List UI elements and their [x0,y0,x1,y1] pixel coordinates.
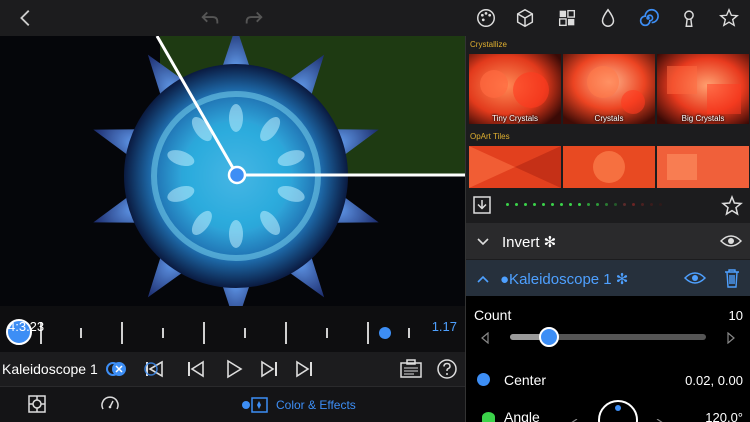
help-icon[interactable] [436,358,458,380]
center-value[interactable]: 0.02, 0.00 [685,373,743,388]
count-slider-knob[interactable] [539,327,560,347]
chevron-down-icon[interactable] [476,235,490,247]
back-icon[interactable] [14,6,38,30]
bottom-bar: Color & Effects [0,386,465,422]
star-icon[interactable] [717,6,741,30]
skip-to-start-icon[interactable] [143,359,169,379]
thumbnail-label: Crystals [594,114,624,123]
visibility-eye-icon[interactable] [719,233,743,249]
skip-to-end-icon[interactable] [293,359,315,379]
center-label: Center [504,372,547,388]
top-toolbar [0,0,750,36]
current-time-label: 4:3.23 [8,319,45,334]
timeline-scrubber[interactable]: 4:3.23 1.17 [0,306,465,352]
keyframe-marker[interactable] [379,327,391,339]
timeline-tick [326,328,328,338]
timeline-tick [162,328,164,338]
keyhole-icon[interactable] [677,6,701,30]
transport-bar: Kaleidoscope 1 [0,352,465,386]
count-label: Count [474,307,512,323]
angle-label: Angle [504,409,540,422]
effect-thumbnail[interactable]: Tiny Crystals [469,54,561,124]
play-icon[interactable] [224,359,244,379]
center-color-dot [477,373,490,386]
video-preview[interactable] [0,36,465,306]
timeline-tick [408,328,410,338]
decrement-arrow-icon[interactable] [480,331,490,345]
color-effects-icon[interactable] [240,396,270,414]
effect-thumbnail[interactable] [563,146,655,188]
preset-page-dots [506,203,662,206]
effects-panel: Crystallize Tiny Crystals Crystals Big C… [465,36,750,422]
count-value: 10 [728,308,743,323]
redo-icon[interactable] [242,6,266,30]
layer-name-label[interactable]: Kaleidoscope 1 [2,361,98,377]
step-back-icon[interactable] [185,359,207,379]
angle-dial[interactable] [598,400,640,422]
effect-title-kaleidoscope: ●Kaleidoscope 1 ✻ [500,271,629,288]
target-icon[interactable] [27,394,47,414]
spiral-icon[interactable] [636,6,660,30]
duration-label: 1.17 [431,319,457,334]
angle-decrement-icon[interactable] [570,414,578,422]
effect-row-kaleidoscope[interactable]: ●Kaleidoscope 1 ✻ [466,260,750,296]
effect-thumbnail[interactable] [469,146,561,188]
effect-title-invert: Invert ✻ [502,234,557,251]
timeline-tick [367,322,369,344]
timeline-tick [121,322,123,344]
parameters-area: Count 10 Center 0.02, 0.00 Angle 120.0° [466,296,750,422]
favorite-star-icon[interactable] [721,194,743,217]
kaleidoscope-preview-image [0,36,465,306]
save-preset-icon[interactable] [472,195,492,215]
section-title-crystallize: Crystallize [470,40,507,49]
increment-arrow-icon[interactable] [726,331,736,345]
grid-icon[interactable] [555,6,579,30]
angle-color-dot [482,412,495,422]
effect-thumbnail[interactable] [657,146,749,188]
timeline-tick [244,328,246,338]
timeline-tick [203,322,205,344]
cube-icon[interactable] [513,6,537,30]
thumbnail-label: Big Crystals [681,114,725,123]
effect-thumbnail[interactable]: Crystals [563,54,655,124]
visibility-eye-icon[interactable] [683,270,707,286]
clipboard-icon[interactable] [398,359,424,379]
effect-row-invert[interactable]: Invert ✻ [466,223,750,259]
color-effects-label[interactable]: Color & Effects [276,398,356,412]
thumbnail-label: Tiny Crystals [492,114,538,123]
angle-value: 120.0° [705,410,743,422]
section-title-opart-tiles: OpArt Tiles [470,132,510,141]
undo-icon[interactable] [198,6,222,30]
timeline-tick [80,328,82,338]
link-toggle-icon[interactable] [105,361,127,377]
droplet-icon[interactable] [596,6,620,30]
chevron-up-icon[interactable] [476,272,490,284]
angle-increment-icon[interactable] [656,414,664,422]
speedometer-icon[interactable] [100,395,120,413]
count-slider-track[interactable] [510,327,706,347]
step-forward-icon[interactable] [258,359,280,379]
timeline-tick [285,322,287,344]
effect-thumbnail[interactable]: Big Crystals [657,54,749,124]
trash-icon[interactable] [723,268,741,288]
palette-icon[interactable] [474,6,498,30]
